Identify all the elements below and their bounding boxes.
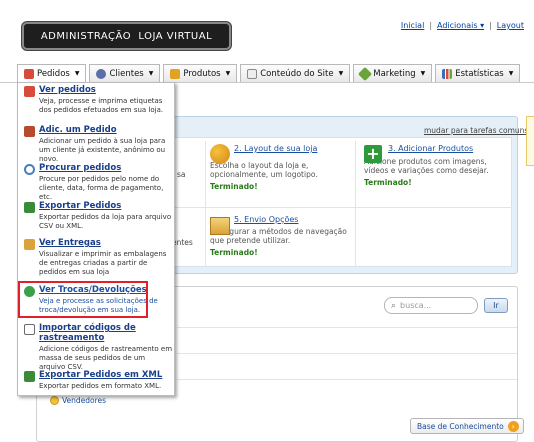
row-divider — [177, 379, 517, 380]
menu-item-desc: Adicione códigos de rastreamento em mass… — [39, 345, 173, 371]
inicial-link[interactable]: Inicial — [401, 21, 424, 30]
highlight-box — [18, 281, 148, 318]
menu-item-importar-codigos[interactable]: Importar códigos de rastreamento Adicion… — [18, 323, 176, 372]
grid-divider — [125, 207, 512, 208]
chevron-down-icon: ▼ — [148, 70, 154, 77]
menu-item-title: Importar códigos de rastreamento — [39, 323, 136, 343]
task-desc: Configurar a métodos de navegação que pr… — [210, 227, 347, 245]
task-title[interactable]: 5. Envio Opções — [234, 215, 350, 224]
chevron-down-icon: ▼ — [338, 70, 344, 77]
tab-conteudo[interactable]: Conteúdo do Site ▼ — [240, 64, 351, 82]
search-icon: ⌕ — [391, 300, 397, 311]
products-icon — [170, 68, 181, 79]
switch-common-tasks-link[interactable]: mudar para tarefas comuns — [424, 126, 528, 135]
palette-icon — [210, 144, 230, 164]
xml-icon — [24, 371, 35, 382]
menu-item-title: Exportar Pedidos — [39, 201, 122, 211]
tag-icon — [358, 66, 373, 81]
orders-icon — [24, 86, 35, 97]
menu-item-exportar-xml[interactable]: Exportar Pedidos em XML Exportar pedidos… — [18, 370, 176, 391]
menu-item-adic-pedido[interactable]: Adic. um Pedido Adicionar um pedido à su… — [18, 125, 176, 164]
search-placeholder: busca... — [400, 301, 432, 310]
search-button[interactable]: Ir — [484, 298, 508, 313]
task-status: Terminado! — [364, 178, 412, 187]
tab-label: Estatísticas — [455, 68, 504, 79]
tab-label: Marketing — [373, 68, 416, 79]
export-icon — [24, 202, 35, 213]
tab-estatisticas[interactable]: Estatísticas ▼ — [435, 64, 521, 82]
chevron-down-icon: ▼ — [420, 70, 426, 77]
task-desc: Escolha o layout da loja e, opcionalment… — [210, 161, 318, 179]
search-icon — [24, 164, 35, 175]
grid-divider — [355, 141, 356, 267]
tab-label: Clientes — [109, 68, 144, 79]
main-nav: Pedidos ▼ Clientes ▼ Produtos ▼ Conteúdo… — [17, 64, 521, 82]
menu-item-desc: Procure por pedidos pelo nome do cliente… — [39, 175, 164, 201]
admin-page: ADMINISTRAÇÃO LOJA VIRTUAL Inicial | Adi… — [0, 0, 534, 442]
task-products: + 3. Adicionar Produtos Adicione produto… — [364, 144, 512, 187]
menu-item-desc: Exportar pedidos da loja para arquivo CS… — [39, 213, 172, 230]
vendedores-label: Vendedores — [62, 396, 107, 405]
chevron-down-icon: ▼ — [74, 70, 80, 77]
tab-label: Produtos — [183, 68, 221, 79]
link-separator: | — [429, 21, 433, 30]
tab-label: Conteúdo do Site — [260, 68, 334, 79]
side-notice-panel — [526, 116, 534, 166]
menu-item-desc: Visualizar e imprimir as embalagens de e… — [39, 250, 167, 276]
menu-item-ver-entregas[interactable]: Ver Entregas Visualizar e imprimir as em… — [18, 238, 176, 277]
task-shipping: 5. Envio Opções Configurar a métodos de … — [210, 215, 350, 257]
tab-label: Pedidos — [37, 68, 70, 79]
grid-divider — [205, 141, 206, 267]
menu-item-title: Exportar Pedidos em XML — [39, 370, 163, 380]
kb-label: Base de Conhecimento — [417, 421, 504, 431]
row-divider — [177, 353, 517, 354]
box-icon — [24, 239, 35, 250]
row-divider — [177, 327, 517, 328]
page-icon — [247, 68, 258, 79]
task-desc: Adicione produtos com imagens, vídeos e … — [364, 157, 489, 175]
top-links: Inicial | Adicionais ▾ | Layout — [401, 21, 524, 30]
chevron-down-icon: ▼ — [225, 70, 231, 77]
menu-item-procurar-pedidos[interactable]: Procurar pedidos Procure por pedidos pel… — [18, 163, 176, 202]
help-icon — [50, 396, 59, 405]
layout-link[interactable]: Layout — [497, 21, 524, 30]
arrow-right-icon: › — [507, 420, 519, 432]
task-status: Terminado! — [210, 248, 258, 257]
tab-pedidos[interactable]: Pedidos ▼ — [17, 64, 87, 82]
box-icon — [210, 217, 230, 235]
vendedores-link[interactable]: Vendedores — [50, 396, 106, 405]
tab-clientes[interactable]: Clientes ▼ — [89, 64, 161, 82]
task-title[interactable]: 3. Adicionar Produtos — [388, 144, 512, 153]
task-layout: 2. Layout de sua loja Escolha o layout d… — [210, 144, 350, 191]
partial-text: sa — [177, 170, 186, 179]
menu-item-title: Ver pedidos — [39, 85, 96, 95]
menu-item-desc: Exportar pedidos em formato XML. — [39, 382, 162, 390]
menu-item-title: Adic. um Pedido — [39, 125, 117, 135]
menu-item-title: Ver Entregas — [39, 238, 101, 248]
pedidos-dropdown-menu: Ver pedidos Veja, processe e imprima eti… — [17, 82, 175, 396]
link-separator: | — [489, 21, 492, 30]
menu-item-ver-pedidos[interactable]: Ver pedidos Veja, processe e imprima eti… — [18, 85, 176, 115]
add-order-icon — [24, 126, 35, 137]
adicionais-link[interactable]: Adicionais ▾ — [437, 21, 484, 30]
search-input[interactable]: ⌕ busca... — [384, 297, 478, 314]
orders-icon — [24, 68, 34, 79]
users-icon — [96, 68, 107, 79]
menu-item-desc: Adicionar um pedido à sua loja para um c… — [39, 137, 166, 163]
task-title[interactable]: 2. Layout de sua loja — [234, 144, 350, 153]
chevron-down-icon: ▼ — [508, 70, 514, 77]
import-icon — [24, 324, 35, 335]
knowledge-base-button[interactable]: Base de Conhecimento › — [410, 418, 524, 434]
tab-produtos[interactable]: Produtos ▼ — [163, 64, 238, 82]
store-admin-logo: ADMINISTRAÇÃO LOJA VIRTUAL — [22, 22, 231, 50]
task-status: Terminado! — [210, 182, 258, 191]
add-icon: + — [364, 145, 382, 163]
menu-item-title: Procurar pedidos — [39, 163, 122, 173]
chart-icon — [442, 68, 453, 79]
tab-marketing[interactable]: Marketing ▼ — [353, 64, 433, 82]
menu-item-exportar-pedidos[interactable]: Exportar Pedidos Exportar pedidos da loj… — [18, 201, 176, 231]
menu-item-desc: Veja, processe e imprima etiquetas dos p… — [39, 97, 164, 114]
